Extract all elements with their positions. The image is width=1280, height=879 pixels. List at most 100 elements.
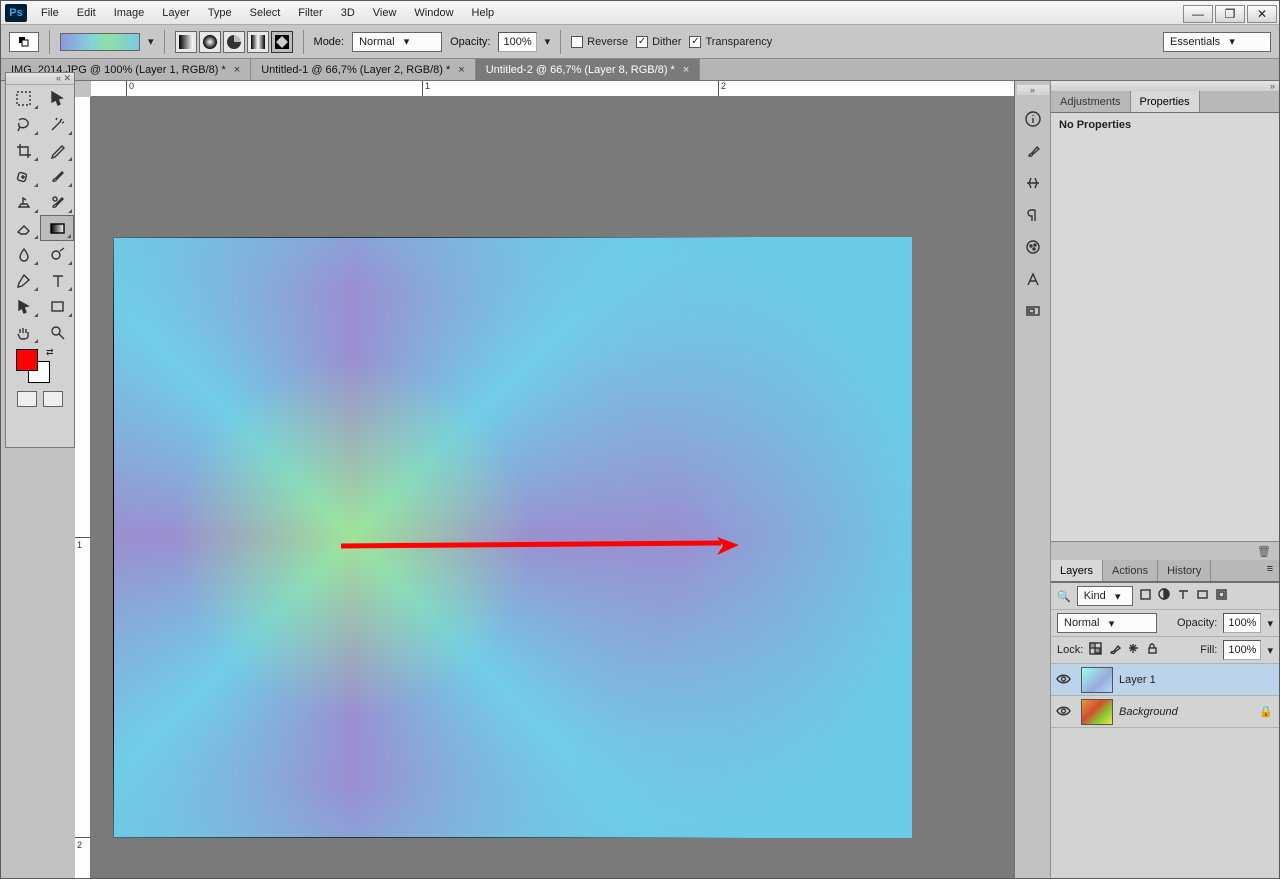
layer-filter-select[interactable]: Kind▾: [1077, 586, 1133, 606]
actions-tab[interactable]: Actions: [1103, 560, 1158, 581]
swap-colors-icon[interactable]: ⇄: [46, 347, 54, 358]
panel-toggle-icon[interactable]: »: [1051, 81, 1279, 91]
canvas-viewport[interactable]: [91, 97, 1014, 878]
healing-brush-tool[interactable]: [6, 163, 40, 189]
blend-mode-select[interactable]: Normal▾: [352, 32, 442, 52]
layer-opacity-input[interactable]: 100%: [1223, 613, 1261, 633]
menu-view[interactable]: View: [365, 4, 405, 22]
visibility-toggle-icon[interactable]: [1051, 672, 1075, 687]
menu-help[interactable]: Help: [464, 4, 503, 22]
close-tab-icon[interactable]: ×: [458, 64, 464, 76]
reverse-checkbox[interactable]: Reverse: [571, 36, 628, 48]
filter-shape-icon[interactable]: [1196, 588, 1209, 604]
pen-tool[interactable]: [6, 267, 40, 293]
gradient-radial-button[interactable]: [199, 31, 221, 53]
chevron-down-icon[interactable]: ▾: [1267, 617, 1273, 630]
menu-image[interactable]: Image: [106, 4, 153, 22]
canvas[interactable]: [113, 237, 912, 838]
transparency-checkbox[interactable]: Transparency: [689, 36, 772, 48]
filter-type-icon[interactable]: [1177, 588, 1190, 604]
panel-menu-icon[interactable]: ≡: [1261, 560, 1279, 581]
blur-tool[interactable]: [6, 241, 40, 267]
document-tab[interactable]: Untitled-1 @ 66,7% (Layer 2, RGB/8) *×: [251, 59, 476, 80]
paragraph-panel-icon[interactable]: [1020, 203, 1046, 227]
zoom-tool[interactable]: [40, 319, 74, 345]
hand-tool[interactable]: [6, 319, 40, 345]
lock-brush-icon[interactable]: [1108, 642, 1121, 658]
dither-checkbox[interactable]: Dither: [636, 36, 681, 48]
window-restore-button[interactable]: ❐: [1215, 5, 1245, 23]
workspace-select[interactable]: Essentials▾: [1163, 32, 1271, 52]
move-tool[interactable]: [40, 85, 74, 111]
toolbox-collapse-handle[interactable]: « ✕: [6, 73, 74, 85]
menu-select[interactable]: Select: [242, 4, 289, 22]
brush-tool[interactable]: [40, 163, 74, 189]
gradient-linear-button[interactable]: [175, 31, 197, 53]
menu-layer[interactable]: Layer: [154, 4, 198, 22]
opacity-input[interactable]: 100%: [498, 32, 536, 52]
lasso-tool[interactable]: [6, 111, 40, 137]
chevron-down-icon[interactable]: ▾: [545, 35, 551, 48]
lock-all-icon[interactable]: [1146, 642, 1159, 658]
dropdown-caret-icon[interactable]: ▾: [148, 35, 154, 48]
menu-file[interactable]: File: [33, 4, 67, 22]
fill-input[interactable]: 100%: [1223, 640, 1261, 660]
layer-thumbnail[interactable]: [1081, 667, 1113, 693]
foreground-color-swatch[interactable]: [16, 349, 38, 371]
panel-toggle-icon[interactable]: »: [1017, 85, 1049, 95]
quick-mask-button[interactable]: [17, 391, 37, 407]
menu-edit[interactable]: Edit: [69, 4, 104, 22]
navigator-panel-icon[interactable]: [1020, 299, 1046, 323]
layer-row[interactable]: Background 🔒: [1051, 696, 1279, 728]
clone-stamp-tool[interactable]: [6, 189, 40, 215]
document-tab[interactable]: Untitled-2 @ 66,7% (Layer 8, RGB/8) *×: [476, 59, 701, 80]
gradient-diamond-button[interactable]: [271, 31, 293, 53]
adjustments-tab[interactable]: Adjustments: [1051, 91, 1131, 112]
gradient-preset-picker[interactable]: [60, 33, 140, 51]
menu-window[interactable]: Window: [406, 4, 461, 22]
close-tab-icon[interactable]: ×: [234, 64, 240, 76]
brush-panel-icon[interactable]: [1020, 139, 1046, 163]
gradient-reflected-button[interactable]: [247, 31, 269, 53]
styles-panel-icon[interactable]: [1020, 235, 1046, 259]
filter-pixel-icon[interactable]: [1139, 588, 1152, 604]
shape-tool[interactable]: [40, 293, 74, 319]
history-brush-tool[interactable]: [40, 189, 74, 215]
gradient-tool[interactable]: [40, 215, 74, 241]
character-panel-icon[interactable]: [1020, 267, 1046, 291]
swatches-panel-icon[interactable]: [1020, 171, 1046, 195]
layer-row[interactable]: Layer 1: [1051, 664, 1279, 696]
layer-thumbnail[interactable]: [1081, 699, 1113, 725]
type-tool[interactable]: [40, 267, 74, 293]
path-select-tool[interactable]: [6, 293, 40, 319]
lock-position-icon[interactable]: [1127, 642, 1140, 658]
info-panel-icon[interactable]: [1020, 107, 1046, 131]
magic-wand-tool[interactable]: [40, 111, 74, 137]
panel-trash-icon[interactable]: 🗑: [1051, 542, 1279, 560]
foreground-swap-button[interactable]: [9, 32, 39, 52]
filter-smart-icon[interactable]: [1215, 588, 1228, 604]
menu-type[interactable]: Type: [200, 4, 240, 22]
layers-tab[interactable]: Layers: [1051, 560, 1103, 581]
visibility-toggle-icon[interactable]: [1051, 704, 1075, 719]
window-close-button[interactable]: ✕: [1247, 5, 1277, 23]
lock-transparency-icon[interactable]: [1089, 642, 1102, 658]
gradient-angle-button[interactable]: [223, 31, 245, 53]
layer-name[interactable]: Background: [1119, 706, 1259, 718]
menu-filter[interactable]: Filter: [290, 4, 330, 22]
dodge-tool[interactable]: [40, 241, 74, 267]
eraser-tool[interactable]: [6, 215, 40, 241]
eyedropper-tool[interactable]: [40, 137, 74, 163]
crop-tool[interactable]: [6, 137, 40, 163]
marquee-tool[interactable]: [6, 85, 40, 111]
color-picker[interactable]: ⇄: [6, 345, 74, 387]
history-tab[interactable]: History: [1158, 560, 1211, 581]
filter-adjust-icon[interactable]: [1158, 588, 1171, 604]
window-minimize-button[interactable]: —: [1183, 5, 1213, 23]
layer-name[interactable]: Layer 1: [1119, 674, 1279, 686]
screen-mode-button[interactable]: [43, 391, 63, 407]
close-tab-icon[interactable]: ×: [683, 64, 689, 76]
menu-3d[interactable]: 3D: [333, 4, 363, 22]
properties-tab[interactable]: Properties: [1131, 91, 1200, 112]
layer-blend-select[interactable]: Normal▾: [1057, 613, 1157, 633]
